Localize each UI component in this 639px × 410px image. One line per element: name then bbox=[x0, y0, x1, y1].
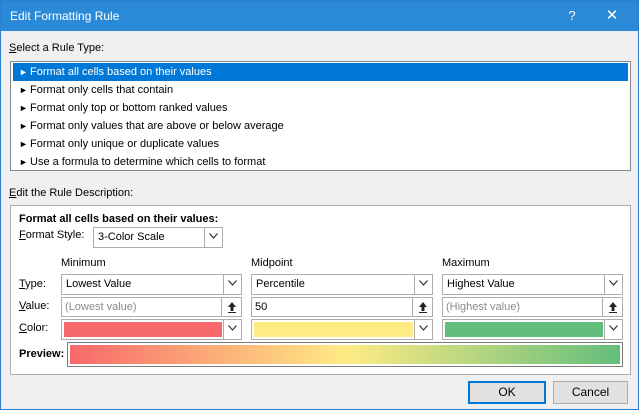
rule-type-item-all-cells[interactable]: ► Format all cells based on their values bbox=[13, 63, 628, 81]
maximum-type-dropdown[interactable]: Highest Value bbox=[442, 274, 623, 295]
chevron-down-icon[interactable] bbox=[223, 275, 241, 294]
cancel-button[interactable]: Cancel bbox=[553, 381, 628, 404]
chevron-down-icon[interactable] bbox=[204, 228, 222, 247]
dialog-title: Edit Formatting Rule bbox=[10, 9, 120, 23]
format-style-dropdown[interactable]: 3-Color Scale bbox=[93, 227, 223, 248]
chevron-down-icon[interactable] bbox=[604, 320, 622, 339]
description-subheading: Format all cells based on their values: bbox=[19, 213, 219, 225]
midpoint-value: 50 bbox=[255, 301, 268, 313]
midpoint-color-picker[interactable] bbox=[251, 319, 433, 340]
minimum-color-picker[interactable] bbox=[61, 319, 242, 340]
chevron-down-icon[interactable] bbox=[414, 320, 432, 339]
minimum-header: Minimum bbox=[61, 257, 106, 269]
minimum-type-dropdown[interactable]: Lowest Value bbox=[61, 274, 242, 295]
rule-type-item-label: Format all cells based on their values bbox=[30, 66, 212, 78]
rule-type-item-label: Use a formula to determine which cells t… bbox=[30, 156, 266, 168]
midpoint-color-swatch bbox=[254, 322, 413, 337]
chevron-down-icon[interactable] bbox=[604, 275, 622, 294]
title-bar[interactable]: Edit Formatting Rule ? ✕ bbox=[1, 1, 638, 31]
rule-type-item-average[interactable]: ► Format only values that are above or be… bbox=[13, 117, 628, 135]
rule-type-item-unique[interactable]: ► Format only unique or duplicate values bbox=[13, 135, 628, 153]
preview-label: Preview: bbox=[19, 348, 65, 360]
gradient-preview bbox=[70, 345, 620, 364]
arrow-icon: ► bbox=[19, 85, 28, 95]
midpoint-value-field[interactable]: 50 bbox=[251, 297, 433, 317]
arrow-icon: ► bbox=[19, 121, 28, 131]
edit-formatting-rule-dialog: Edit Formatting Rule ? ✕ Select a Rule T… bbox=[0, 0, 639, 410]
arrow-icon: ► bbox=[19, 103, 28, 113]
minimum-color-swatch bbox=[64, 322, 222, 337]
rule-type-item-label: Format only unique or duplicate values bbox=[30, 138, 219, 150]
rule-type-item-contain[interactable]: ► Format only cells that contain bbox=[13, 81, 628, 99]
format-style-label: Format Style: bbox=[19, 229, 85, 241]
type-label: Type: bbox=[19, 278, 46, 290]
color-scale-preview bbox=[67, 342, 623, 367]
collapse-dialog-icon[interactable] bbox=[602, 298, 622, 316]
collapse-dialog-icon[interactable] bbox=[412, 298, 432, 316]
rule-description-heading: Edit the Rule Description: bbox=[9, 187, 134, 199]
minimum-type-value: Lowest Value bbox=[66, 278, 132, 290]
minimum-value: (Lowest value) bbox=[65, 301, 137, 313]
rule-type-list[interactable]: ► Format all cells based on their values … bbox=[10, 61, 631, 171]
rule-type-item-label: Format only values that are above or bel… bbox=[30, 120, 284, 132]
arrow-icon: ► bbox=[19, 139, 28, 149]
format-style-value: 3-Color Scale bbox=[98, 231, 165, 243]
rule-type-item-label: Format only top or bottom ranked values bbox=[30, 102, 228, 114]
maximum-color-picker[interactable] bbox=[442, 319, 623, 340]
help-button[interactable]: ? bbox=[557, 6, 587, 26]
rule-type-item-formula[interactable]: ► Use a formula to determine which cells … bbox=[13, 153, 628, 171]
maximum-value-field[interactable]: (Highest value) bbox=[442, 297, 623, 317]
maximum-value: (Highest value) bbox=[446, 301, 520, 313]
rule-type-item-ranked[interactable]: ► Format only top or bottom ranked values bbox=[13, 99, 628, 117]
maximum-color-swatch bbox=[445, 322, 603, 337]
maximum-type-value: Highest Value bbox=[447, 278, 515, 290]
chevron-down-icon[interactable] bbox=[414, 275, 432, 294]
midpoint-type-dropdown[interactable]: Percentile bbox=[251, 274, 433, 295]
midpoint-type-value: Percentile bbox=[256, 278, 305, 290]
ok-button[interactable]: OK bbox=[468, 381, 546, 404]
close-button[interactable]: ✕ bbox=[597, 6, 627, 26]
chevron-down-icon[interactable] bbox=[223, 320, 241, 339]
rule-type-item-label: Format only cells that contain bbox=[30, 84, 174, 96]
value-label: Value: bbox=[19, 300, 50, 312]
arrow-icon: ► bbox=[19, 157, 28, 167]
color-label: Color: bbox=[19, 322, 49, 334]
rule-type-heading: Select a Rule Type: bbox=[9, 42, 105, 54]
midpoint-header: Midpoint bbox=[251, 257, 293, 269]
arrow-icon: ► bbox=[19, 67, 28, 77]
minimum-value-field[interactable]: (Lowest value) bbox=[61, 297, 242, 317]
rule-description-panel: Format all cells based on their values: … bbox=[10, 205, 631, 375]
collapse-dialog-icon[interactable] bbox=[221, 298, 241, 316]
maximum-header: Maximum bbox=[442, 257, 490, 269]
